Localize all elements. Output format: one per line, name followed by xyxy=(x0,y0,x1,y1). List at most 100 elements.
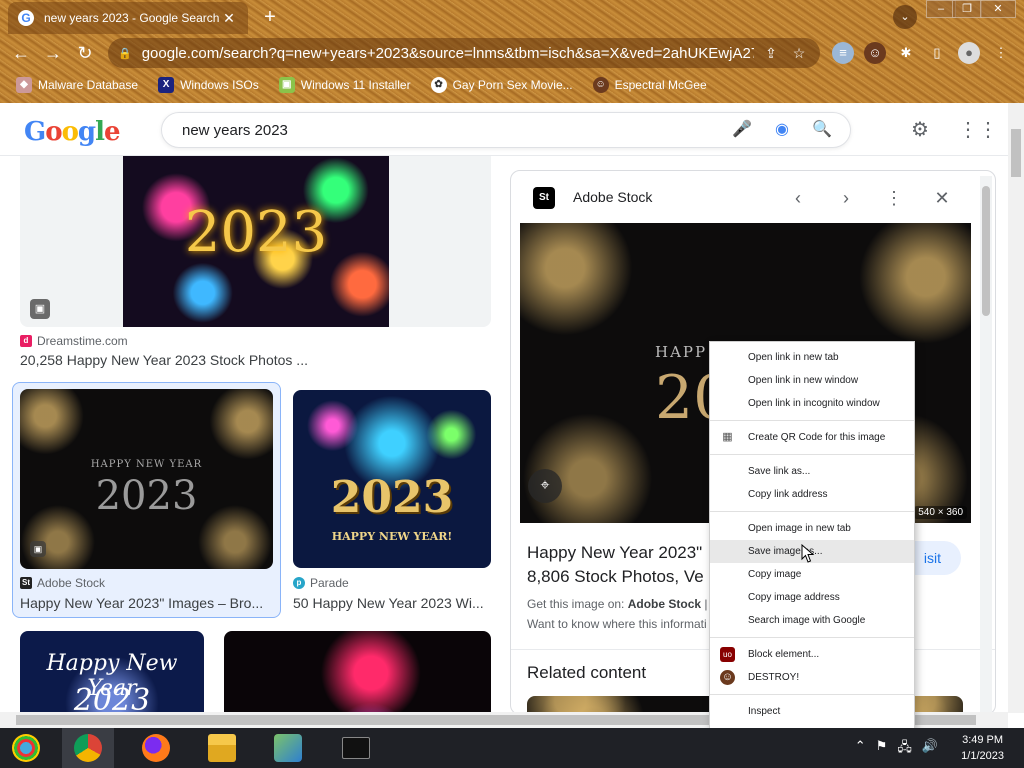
bookmark-windows-isos[interactable]: X Windows ISOs xyxy=(158,77,259,93)
menu-kebab-icon[interactable]: ⋮ xyxy=(990,42,1012,64)
google-lens-icon[interactable]: ⌖ xyxy=(528,469,562,503)
system-tray: ⌃ ⚑ 🖧 🔊 xyxy=(855,738,938,760)
bookmark-label: Espectral McGee xyxy=(614,78,707,92)
menu-copy-image[interactable]: Copy image xyxy=(710,563,914,586)
preview-scrollbar[interactable] xyxy=(980,176,992,712)
menu-copy-image-address[interactable]: Copy image address xyxy=(710,586,914,609)
menu-open-link-new-window[interactable]: Open link in new window xyxy=(710,369,914,392)
image-results-grid: 2023 ▣ d Dreamstime.com 20,258 Happy New… xyxy=(0,156,500,712)
close-window-button[interactable]: ✕ xyxy=(980,0,1016,18)
get-image-on: Get this image on: Adobe Stock | L xyxy=(527,597,718,611)
extension-avatar-icon[interactable]: ☺ xyxy=(864,42,886,64)
bookmark-star-icon[interactable]: ☆ xyxy=(788,45,810,62)
settings-gear-icon[interactable]: ⚙ xyxy=(908,118,932,142)
search-input[interactable] xyxy=(182,121,714,139)
get-on-prefix: Get this image on: xyxy=(527,597,628,611)
share-icon[interactable]: ⇪ xyxy=(760,45,782,62)
extension-flag-icon[interactable]: ≡ xyxy=(832,42,854,64)
forward-button[interactable]: → xyxy=(40,40,66,66)
menu-inspect[interactable]: Inspect xyxy=(710,700,914,723)
windows-taskbar: ⌃ ⚑ 🖧 🔊 3:49 PM 1/1/2023 xyxy=(0,728,1024,768)
image-text: HAPPY NEW YEAR xyxy=(90,459,203,470)
dreamstime-favicon-icon: d xyxy=(20,335,32,347)
menu-open-link-new-tab[interactable]: Open link in new tab xyxy=(710,346,914,369)
preview-scroll-thumb[interactable] xyxy=(982,186,990,316)
page-scroll-thumb[interactable] xyxy=(1011,129,1021,177)
fireworks-image[interactable]: 2023 xyxy=(123,156,389,327)
get-on-source-link[interactable]: Adobe Stock xyxy=(628,597,701,611)
tab-google-search[interactable]: G new years 2023 - Google Search ✕ xyxy=(8,2,248,34)
red-fireworks-image[interactable] xyxy=(224,631,491,712)
taskbar-chrome[interactable] xyxy=(62,728,114,768)
logo-letter: G xyxy=(24,117,46,147)
image-text: 2023 xyxy=(95,473,198,519)
taskbar-command-prompt[interactable] xyxy=(330,728,382,768)
navy-fireworks-image[interactable]: Happy New Year 2023 xyxy=(20,631,204,712)
microphone-icon[interactable]: 🎤 xyxy=(730,118,754,142)
blue-fireworks-image[interactable]: 2023 HAPPY NEW YEAR! xyxy=(293,390,491,568)
bookmark-espectral-mcgee[interactable]: ☺ Espectral McGee xyxy=(592,77,707,93)
volume-icon[interactable]: 🔊 xyxy=(922,738,938,760)
logo-letter: l xyxy=(95,117,105,147)
reload-button[interactable]: ↻ xyxy=(72,40,98,66)
result-title[interactable]: 50 Happy New Year 2023 Wi... xyxy=(293,595,491,611)
bookmark-windows-11-installer[interactable]: ▣ Windows 11 Installer xyxy=(278,77,411,93)
address-bar[interactable]: 🔒 google.com/search?q=new+years+2023&sou… xyxy=(108,38,820,68)
image-favicon-icon: ▣ xyxy=(278,77,295,93)
image-text: HAPP xyxy=(655,343,708,361)
menu-copy-link-address[interactable]: Copy link address xyxy=(710,483,914,506)
apps-grid-icon[interactable]: ⋮⋮ xyxy=(958,118,998,142)
camera-lens-icon[interactable]: ◉ xyxy=(770,118,794,142)
google-doodle-logo[interactable]: Google xyxy=(24,117,121,147)
show-hidden-icons-icon[interactable]: ⌃ xyxy=(855,738,866,760)
bookmark-label: Malware Database xyxy=(38,78,139,92)
page-vertical-scrollbar[interactable] xyxy=(1008,103,1024,713)
back-button[interactable]: ← xyxy=(8,40,34,66)
logo-letter: o xyxy=(61,117,79,147)
taskbar-network-app[interactable] xyxy=(262,728,314,768)
tab-search-button[interactable]: ⌄ xyxy=(893,5,917,29)
result-title[interactable]: 20,258 Happy New Year 2023 Stock Photos … xyxy=(20,352,490,368)
maximize-button[interactable]: ❐ xyxy=(952,0,982,18)
menu-label: Block element... xyxy=(748,649,820,660)
start-button[interactable] xyxy=(0,728,52,768)
gold-fireworks-image[interactable]: HAPPY NEW YEAR 2023 ▣ xyxy=(20,389,273,569)
logo-letter: e xyxy=(103,117,121,147)
search-icon[interactable]: 🔍 xyxy=(810,118,834,142)
previous-chevron-icon[interactable]: ‹ xyxy=(785,185,811,211)
side-panel-icon[interactable]: ▯ xyxy=(926,42,948,64)
result-title[interactable]: Happy New Year 2023" Images – Bro... xyxy=(20,595,272,611)
close-preview-icon[interactable]: ✕ xyxy=(929,185,955,211)
menu-open-image-new-tab[interactable]: Open image in new tab xyxy=(710,517,914,540)
profile-icon[interactable]: ● xyxy=(958,42,980,64)
taskbar-firefox[interactable] xyxy=(130,728,182,768)
preview-source-name[interactable]: Adobe Stock xyxy=(573,189,652,205)
menu-open-link-incognito[interactable]: Open link in incognito window xyxy=(710,392,914,415)
ublock-shield-icon: uo xyxy=(720,647,735,662)
browser-chrome: G new years 2023 - Google Search ✕ + ⌄ –… xyxy=(0,0,1024,103)
tab-close-icon[interactable]: ✕ xyxy=(220,10,238,27)
next-chevron-icon[interactable]: › xyxy=(833,185,859,211)
lock-icon[interactable]: 🔒 xyxy=(118,47,132,60)
logo-letter: g xyxy=(77,117,96,147)
menu-block-element[interactable]: uo Block element... xyxy=(710,643,914,666)
menu-save-link-as[interactable]: Save link as... xyxy=(710,460,914,483)
taskbar-file-explorer[interactable] xyxy=(196,728,248,768)
new-tab-button[interactable]: + xyxy=(258,6,282,30)
url-text: google.com/search?q=new+years+2023&sourc… xyxy=(141,44,754,62)
action-center-flag-icon[interactable]: ⚑ xyxy=(876,738,888,760)
menu-separator xyxy=(710,637,914,638)
menu-create-qr-code[interactable]: ▦ Create QR Code for this image xyxy=(710,426,914,449)
menu-destroy[interactable]: ☺ DESTROY! xyxy=(710,666,914,689)
more-options-icon[interactable]: ⋮ xyxy=(881,185,907,211)
network-icon[interactable]: 🖧 xyxy=(897,738,912,760)
taskbar-clock[interactable]: 3:49 PM 1/1/2023 xyxy=(961,732,1004,764)
google-favicon-icon: G xyxy=(18,10,34,26)
search-box[interactable]: 🎤 ◉ 🔍 xyxy=(161,112,851,148)
bookmark-malware-database[interactable]: ◆ Malware Database xyxy=(16,77,138,93)
windows-start-icon xyxy=(12,734,40,762)
menu-search-image-google[interactable]: Search image with Google xyxy=(710,609,914,632)
bookmark-movie-site[interactable]: ✿ Gay Porn Sex Movie... xyxy=(430,77,573,93)
avatar-favicon-icon: ☺ xyxy=(592,77,609,93)
extensions-puzzle-icon[interactable]: ✱ xyxy=(895,42,917,64)
